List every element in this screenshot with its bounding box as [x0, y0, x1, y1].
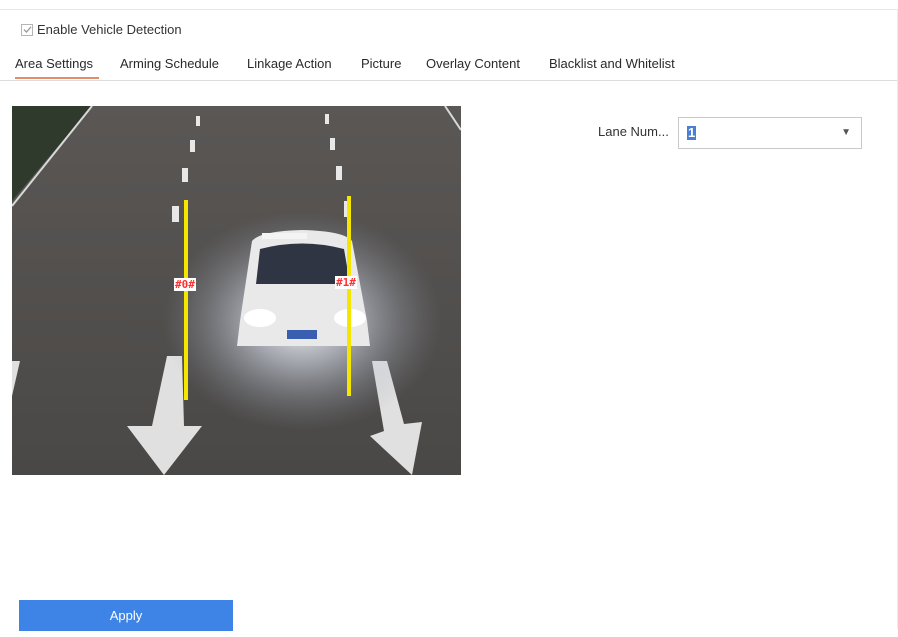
road-scene-image — [12, 106, 461, 475]
dropdown-caret-icon: ▼ — [841, 127, 851, 138]
enable-vehicle-detection[interactable]: Enable Vehicle Detection — [21, 22, 182, 37]
lane-number-select[interactable]: 1 ▼ — [678, 117, 862, 149]
checkmark-icon — [23, 26, 31, 33]
tab-area-settings[interactable]: Area Settings — [15, 56, 93, 71]
lane-line-label-1: #1# — [335, 276, 357, 289]
enable-checkbox[interactable] — [21, 23, 33, 36]
tab-linkage-action[interactable]: Linkage Action — [247, 56, 332, 71]
top-divider — [0, 9, 898, 10]
lane-line-label-0: #0# — [174, 278, 196, 291]
apply-button[interactable]: Apply — [19, 600, 233, 631]
camera-preview[interactable]: #0# #1# — [12, 106, 461, 475]
tab-picture[interactable]: Picture — [361, 56, 401, 71]
active-tab-indicator — [15, 77, 99, 79]
tab-bar: Area Settings Arming Schedule Linkage Ac… — [0, 48, 898, 82]
tab-overlay-content[interactable]: Overlay Content — [426, 56, 520, 71]
lane-number-value: 1 — [687, 125, 697, 140]
tabs-divider — [0, 80, 898, 81]
enable-label: Enable Vehicle Detection — [37, 22, 182, 37]
lane-number-label: Lane Num... — [598, 124, 669, 139]
tab-blacklist-whitelist[interactable]: Blacklist and Whitelist — [549, 56, 675, 71]
tab-arming-schedule[interactable]: Arming Schedule — [120, 56, 219, 71]
